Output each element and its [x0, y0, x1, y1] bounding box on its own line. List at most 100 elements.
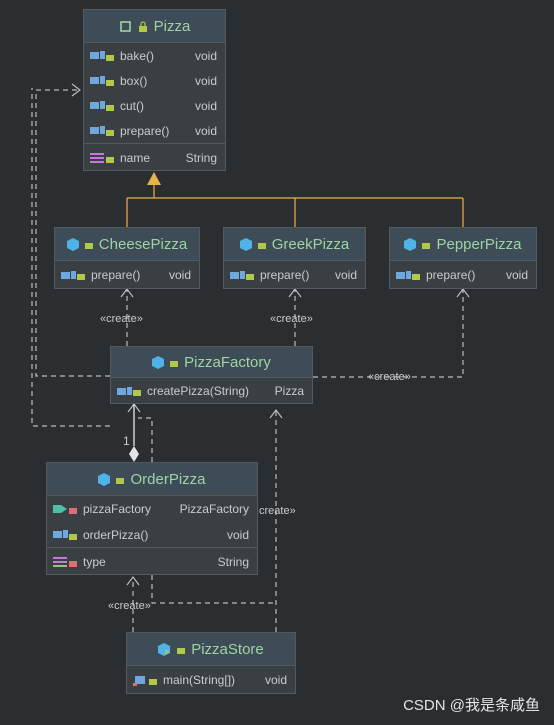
lock-icon: [170, 357, 179, 367]
method-icon: [90, 50, 106, 61]
lock-icon: [257, 239, 266, 249]
class-pizza[interactable]: Pizza bake() void box() void cut() void …: [83, 9, 226, 171]
lock-icon: [412, 270, 420, 280]
member-row[interactable]: name String: [84, 143, 225, 171]
class-greekpizza-header: GreekPizza: [224, 228, 365, 261]
create-label-cheese: «create»: [100, 313, 143, 325]
member-row[interactable]: prepare() void: [84, 118, 225, 143]
member-row[interactable]: prepare() void: [390, 261, 536, 289]
member-name: prepare(): [426, 268, 476, 282]
method-icon: [396, 270, 412, 281]
class-icon: [239, 237, 252, 251]
class-icon: [98, 472, 111, 486]
method-icon: [117, 386, 133, 397]
class-orderpizza[interactable]: OrderPizza pizzaFactory PizzaFactory ord…: [46, 462, 258, 575]
lock-icon: [133, 386, 141, 396]
lock-icon: [422, 239, 431, 249]
member-row[interactable]: cut() void: [84, 93, 225, 118]
member-row[interactable]: orderPizza() void: [47, 522, 257, 547]
lock-icon: [177, 644, 186, 654]
member-row[interactable]: prepare() void: [55, 261, 199, 289]
member-type: Pizza: [274, 384, 304, 398]
lock-icon: [106, 126, 114, 136]
member-name: createPizza(String): [147, 384, 250, 398]
create-line-pepper: [313, 290, 464, 378]
aggregation-diamond: [129, 446, 139, 462]
class-cheesepizza-header: CheesePizza: [55, 228, 199, 261]
class-name: PizzaStore: [191, 640, 264, 658]
class-greekpizza[interactable]: GreekPizza prepare() void: [223, 227, 366, 289]
lock-icon: [106, 76, 114, 86]
lock-icon: [106, 153, 114, 163]
watermark: CSDN @我是条咸鱼: [403, 697, 540, 714]
lock-icon: [116, 474, 125, 484]
interface-icon: [119, 20, 132, 33]
member-name: cut(): [120, 98, 144, 113]
member-type: void: [264, 673, 287, 687]
lock-icon: [149, 675, 157, 685]
lock-icon: [69, 530, 77, 540]
member-type: String: [217, 554, 249, 569]
class-name: OrderPizza: [130, 470, 206, 488]
create-label-order: «create»: [108, 600, 151, 612]
member-type: void: [194, 123, 217, 138]
method-icon: [230, 270, 246, 281]
class-icon: [152, 355, 165, 369]
lock-icon: [77, 270, 85, 280]
member-type: void: [194, 98, 217, 113]
member-type: void: [334, 268, 357, 282]
member-row[interactable]: main(String[]) void: [127, 666, 295, 694]
class-icon: [404, 237, 417, 251]
member-row[interactable]: bake() void: [84, 43, 225, 68]
member-type: void: [226, 527, 249, 542]
class-cheesepizza[interactable]: CheesePizza prepare() void: [54, 227, 200, 289]
class-pizzastore[interactable]: PizzaStore main(String[]) void: [126, 632, 296, 694]
member-row[interactable]: createPizza(String) Pizza: [111, 378, 312, 404]
order-factory-dashed: [138, 417, 153, 462]
lock-icon: [246, 270, 254, 280]
member-row[interactable]: box() void: [84, 68, 225, 93]
method-icon: [61, 270, 77, 281]
lock-icon: [106, 101, 114, 111]
member-type: String: [185, 150, 217, 165]
field-icon: [53, 556, 69, 567]
inheritance-edges: [126, 172, 464, 227]
store-dashed-side: [151, 575, 276, 604]
class-pizzastore-header: PizzaStore: [127, 633, 295, 666]
member-name: type: [83, 554, 106, 569]
method-icon: [53, 529, 69, 540]
class-pizzafactory[interactable]: PizzaFactory createPizza(String) Pizza: [110, 346, 313, 404]
method-icon: [90, 100, 106, 111]
property-icon: [53, 503, 69, 515]
member-name: prepare(): [91, 268, 141, 282]
member-row[interactable]: type String: [47, 547, 257, 575]
class-orderpizza-header: OrderPizza: [47, 463, 257, 496]
static-method-icon: [133, 674, 149, 686]
class-name: GreekPizza: [271, 235, 350, 253]
member-name: prepare(): [260, 268, 310, 282]
member-row[interactable]: pizzaFactory PizzaFactory: [47, 496, 257, 522]
class-name: CheesePizza: [98, 235, 188, 253]
class-name: PepperPizza: [436, 235, 522, 253]
member-name: box(): [120, 73, 148, 88]
member-type: void: [194, 73, 217, 88]
private-lock-icon: [69, 504, 77, 514]
method-icon: [90, 75, 106, 86]
class-name: Pizza: [153, 17, 191, 35]
lock-icon: [138, 20, 148, 32]
create-label-factory: create»: [259, 505, 296, 517]
multiplicity-label: 1: [123, 434, 130, 448]
runnable-class-icon: [158, 642, 171, 656]
class-pepperpizza[interactable]: PepperPizza prepare() void: [389, 227, 537, 289]
member-row[interactable]: prepare() void: [224, 261, 365, 289]
member-name: bake(): [120, 48, 155, 63]
member-name: pizzaFactory: [83, 502, 152, 516]
create-label-greek: «create»: [270, 313, 313, 325]
class-name: PizzaFactory: [184, 353, 271, 371]
class-pepperpizza-header: PepperPizza: [390, 228, 536, 261]
class-pizza-header: Pizza: [84, 10, 225, 43]
class-icon: [66, 237, 79, 251]
lock-icon: [106, 51, 114, 61]
member-type: PizzaFactory: [179, 502, 249, 516]
aggregation-edge: [129, 404, 139, 462]
